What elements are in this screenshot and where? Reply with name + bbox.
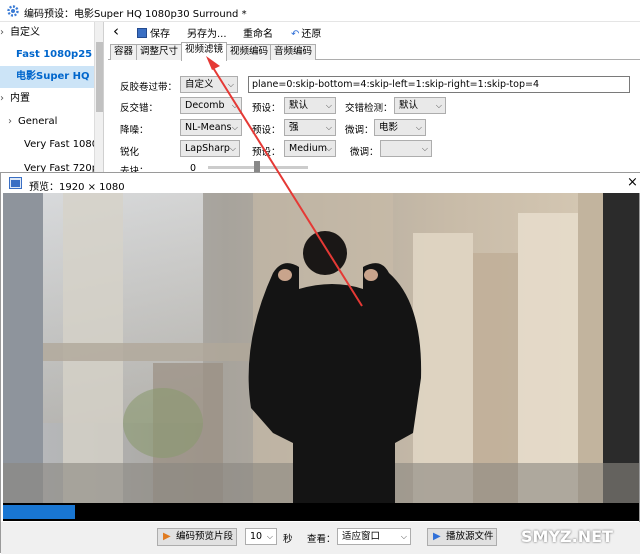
seconds-label: 秒	[283, 534, 293, 545]
window-title: 编码预设：电影Super HQ 1080p30 Surround *	[24, 9, 247, 20]
toolbar: ‹ 保存 另存为... 重命名 ↶ 还原	[105, 22, 640, 42]
sidebar-item-general[interactable]: › General	[0, 111, 94, 133]
sidebar-item-label: Fast 1080p25	[16, 49, 93, 60]
expand-icon: ›	[0, 27, 4, 38]
chevron-down-icon: ⌵	[229, 144, 236, 153]
sharpen-preset-select[interactable]: Medium ⌵	[284, 140, 336, 157]
video-frame-image	[3, 193, 639, 503]
interlace-detect-select[interactable]: 默认 ⌵	[394, 97, 446, 114]
denoise-tune-select[interactable]: 电影 ⌵	[374, 119, 426, 136]
chevron-down-icon: ⌵	[231, 123, 238, 132]
sharpen-preset-label: 预设：	[252, 147, 281, 158]
sidebar-item-builtin[interactable]: › 内置	[0, 88, 94, 110]
gear-icon	[7, 5, 19, 17]
sidebar-item-fast-1080p25[interactable]: Fast 1080p25	[0, 44, 94, 66]
denoise-preset-select[interactable]: 强 ⌵	[284, 119, 336, 136]
chevron-down-icon: ⌵	[227, 80, 234, 89]
tab-video-filters[interactable]: 视频滤镜	[181, 42, 228, 61]
close-icon[interactable]: ×	[627, 175, 638, 190]
preview-titlebar: 预览：1920 × 1080 ×	[1, 173, 640, 193]
view-label: 查看：	[307, 534, 336, 545]
undo-icon: ↶	[291, 29, 300, 40]
denoise-select[interactable]: NL-Means ⌵	[180, 119, 242, 136]
play-source-button[interactable]: ▶ 播放源文件	[427, 528, 497, 546]
encode-preview-button[interactable]: ▶ 编码预览片段	[157, 528, 237, 546]
preview-controls: ▶ 编码预览片段 10 ⌵ 秒 查看： 适应窗口 ⌵ ▶ 播放源文件 SMYZ.NE…	[1, 522, 640, 554]
detelecine-select[interactable]: 自定义 ⌵	[180, 76, 238, 93]
timeline-progress	[3, 505, 75, 519]
preview-window: 预览：1920 × 1080 × ▶ 编码预览片段 10 ⌵ 秒 查看： 适应窗…	[0, 172, 640, 554]
duration-select[interactable]: 10 ⌵	[245, 528, 277, 545]
expand-icon: ›	[8, 116, 12, 127]
deblock-label: 去块：	[120, 166, 149, 172]
chevron-down-icon: ⌵	[325, 144, 332, 153]
play-icon: ▶	[433, 531, 441, 542]
play-icon: ▶	[163, 531, 171, 542]
save-icon	[137, 28, 147, 38]
window-titlebar: 编码预设：电影Super HQ 1080p30 Surround *	[0, 0, 640, 22]
detelecine-params-input[interactable]: plane=0:skip-bottom=4:skip-left=1:skip-r…	[248, 76, 630, 93]
interlace-detect-label: 交错检测：	[345, 103, 393, 114]
tab-audio-encoding[interactable]: 音频编码	[270, 44, 317, 60]
chevron-down-icon: ⌵	[231, 101, 238, 110]
chevron-down-icon: ⌵	[266, 532, 273, 541]
sharpen-tune-label: 微调：	[350, 147, 379, 158]
denoise-preset-label: 预设：	[252, 125, 281, 136]
chevron-down-icon: ⌵	[421, 144, 428, 153]
restore-button[interactable]: ↶ 还原	[291, 25, 321, 40]
tab-resize[interactable]: 调整尺寸	[136, 44, 183, 60]
preview-window-icon	[9, 177, 22, 189]
chevron-down-icon: ⌵	[325, 123, 332, 132]
rename-button[interactable]: 重命名	[243, 25, 273, 40]
chevron-down-icon: ⌵	[415, 123, 422, 132]
scrollbar-thumb[interactable]	[96, 42, 103, 112]
denoise-label: 降噪：	[120, 125, 149, 136]
deinterlace-preset-label: 预设：	[252, 103, 281, 114]
deblock-slider-thumb[interactable]	[254, 161, 260, 172]
sidebar-item-custom[interactable]: › 自定义	[0, 22, 94, 44]
denoise-tune-label: 微调：	[345, 125, 374, 136]
sidebar-item-label: Very Fast 720p	[24, 163, 94, 172]
sharpen-select[interactable]: LapSharp ⌵	[180, 140, 240, 157]
tab-container[interactable]: 容器	[110, 44, 138, 60]
sidebar-item-label: 内置	[10, 93, 30, 104]
tab-bar: 容器 调整尺寸 视频滤镜 视频编码 音频编码	[108, 42, 640, 61]
sharpen-tune-select[interactable]: ⌵	[380, 140, 432, 157]
deblock-value: 0	[190, 163, 197, 172]
chevron-down-icon: ⌵	[325, 101, 332, 110]
deinterlace-select[interactable]: Decomb ⌵	[180, 97, 242, 114]
chevron-down-icon: ⌵	[400, 532, 407, 541]
view-mode-select[interactable]: 适应窗口 ⌵	[337, 528, 411, 545]
deinterlace-preset-select[interactable]: 默认 ⌵	[284, 97, 336, 114]
sidebar-item-movie-super-hq[interactable]: 电影Super HQ 1080p	[0, 66, 94, 88]
watermark-text: SMYZ.NET	[521, 527, 613, 546]
expand-icon: ›	[0, 93, 4, 104]
sidebar-item-label: 电影Super HQ 1080p	[16, 71, 94, 82]
sidebar-item-very-fast-720p[interactable]: Very Fast 720p	[0, 158, 94, 172]
chevron-down-icon: ⌵	[435, 101, 442, 110]
preview-timeline[interactable]	[3, 503, 639, 521]
deinterlace-label: 反交错：	[120, 103, 159, 114]
preset-sidebar: › 自定义 Fast 1080p25 电影Super HQ 1080p › 内置 ›…	[0, 22, 104, 172]
sidebar-item-label: 自定义	[10, 27, 40, 38]
preview-title: 预览：1920 × 1080	[29, 182, 125, 193]
save-button[interactable]: 保存	[137, 25, 170, 40]
sharpen-label: 锐化	[120, 147, 140, 158]
sidebar-item-label: Very Fast 1080p	[24, 139, 94, 150]
detelecine-label: 反胶卷过带：	[120, 82, 178, 93]
video-preview	[3, 193, 639, 503]
back-button[interactable]: ‹	[113, 22, 119, 40]
sidebar-scrollbar[interactable]	[94, 22, 103, 172]
save-as-button[interactable]: 另存为...	[187, 25, 227, 40]
tab-video-encoding[interactable]: 视频编码	[226, 44, 273, 60]
sidebar-item-very-fast-1080p[interactable]: Very Fast 1080p	[0, 134, 94, 156]
sidebar-item-label: General	[18, 116, 58, 127]
